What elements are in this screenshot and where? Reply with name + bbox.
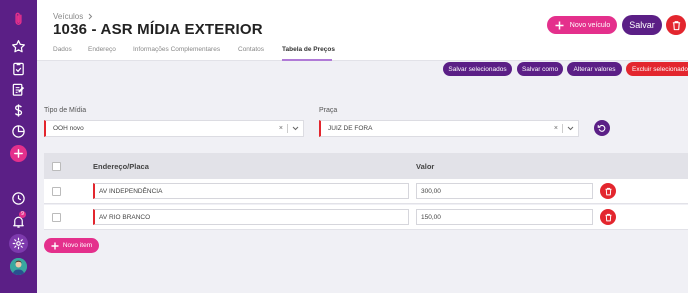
new-vehicle-button[interactable]: Novo veículo (547, 16, 617, 34)
row-delete-button[interactable] (600, 209, 616, 225)
gear-icon (12, 237, 25, 250)
media-type-label: Tipo de Mídia (44, 107, 87, 114)
delete-button[interactable] (666, 15, 686, 35)
trash-icon (605, 187, 611, 195)
clipboard-check-icon[interactable] (9, 59, 28, 78)
new-vehicle-label: Novo veículo (569, 21, 611, 29)
refresh-icon (597, 124, 606, 132)
paperclip-logo-icon[interactable] (9, 10, 28, 29)
plus-icon (14, 149, 23, 158)
pie-chart-icon[interactable] (9, 122, 28, 141)
save-button[interactable]: Salvar (622, 15, 662, 35)
value-input[interactable]: 300,00 (416, 183, 593, 199)
tab-tabela-de-precos[interactable]: Tabela de Preços (282, 46, 335, 53)
table-row: AV INDEPENDÊNCIA 300,00 (44, 179, 688, 204)
trash-icon (605, 213, 611, 221)
square-value: JUIZ DE FORA (328, 125, 373, 132)
sidebar: 9 (0, 0, 37, 293)
column-value: Valor (416, 162, 435, 171)
trash-icon (672, 20, 680, 30)
chevron-down-icon[interactable] (292, 126, 299, 131)
select-separator (562, 124, 563, 133)
chevron-down-icon[interactable] (567, 126, 574, 131)
clear-icon[interactable]: × (554, 125, 558, 132)
breadcrumb-link[interactable]: Veículos (53, 12, 83, 21)
chevron-right-icon (88, 13, 93, 20)
column-address: Endereço/Placa (93, 162, 149, 171)
row-checkbox[interactable] (52, 213, 61, 222)
settings-button[interactable] (9, 234, 28, 253)
tab-contatos[interactable]: Contatos (238, 46, 264, 53)
reset-filters-button[interactable] (594, 120, 610, 136)
edit-document-icon[interactable] (9, 80, 28, 99)
select-separator (287, 124, 288, 133)
user-avatar[interactable] (10, 258, 27, 275)
page-title: 1036 - ASR MÍDIA EXTERIOR (53, 21, 263, 38)
value-input[interactable]: 150,00 (416, 209, 593, 225)
add-item-label: Novo item (62, 242, 93, 249)
tab-endereco[interactable]: Endereço (88, 46, 116, 53)
clear-icon[interactable]: × (279, 125, 283, 132)
save-as-button[interactable]: Salvar como (517, 62, 563, 76)
media-type-select[interactable]: OOH novo × (44, 120, 304, 137)
table-header: Endereço/Placa Valor (44, 153, 688, 179)
breadcrumb: Veículos (53, 12, 93, 21)
quick-add-button[interactable] (10, 145, 27, 162)
dollar-icon[interactable] (9, 101, 28, 120)
address-input[interactable]: AV INDEPENDÊNCIA (93, 183, 409, 199)
clock-icon[interactable] (9, 189, 28, 208)
notification-badge: 9 (19, 211, 26, 218)
square-select[interactable]: JUIZ DE FORA × (319, 120, 579, 137)
tab-informacoes-complementares[interactable]: Informações Complementares (133, 46, 220, 53)
tab-dados[interactable]: Dados (53, 46, 72, 53)
media-type-value: OOH novo (53, 125, 84, 132)
plus-icon (51, 242, 59, 249)
plus-icon (554, 20, 565, 31)
star-icon[interactable] (9, 37, 28, 56)
delete-selected-button[interactable]: Excluir selecionados (626, 62, 688, 76)
change-values-button[interactable]: Alterar valores (567, 62, 622, 76)
address-input[interactable]: AV RIO BRANCO (93, 209, 409, 225)
table-row: AV RIO BRANCO 150,00 (44, 205, 688, 230)
add-item-button[interactable]: Novo item (44, 238, 99, 253)
save-selected-button[interactable]: Salvar selecionados (443, 62, 512, 76)
square-label: Praça (319, 107, 338, 114)
row-delete-button[interactable] (600, 183, 616, 199)
row-checkbox[interactable] (52, 187, 61, 196)
select-all-checkbox[interactable] (52, 162, 61, 171)
